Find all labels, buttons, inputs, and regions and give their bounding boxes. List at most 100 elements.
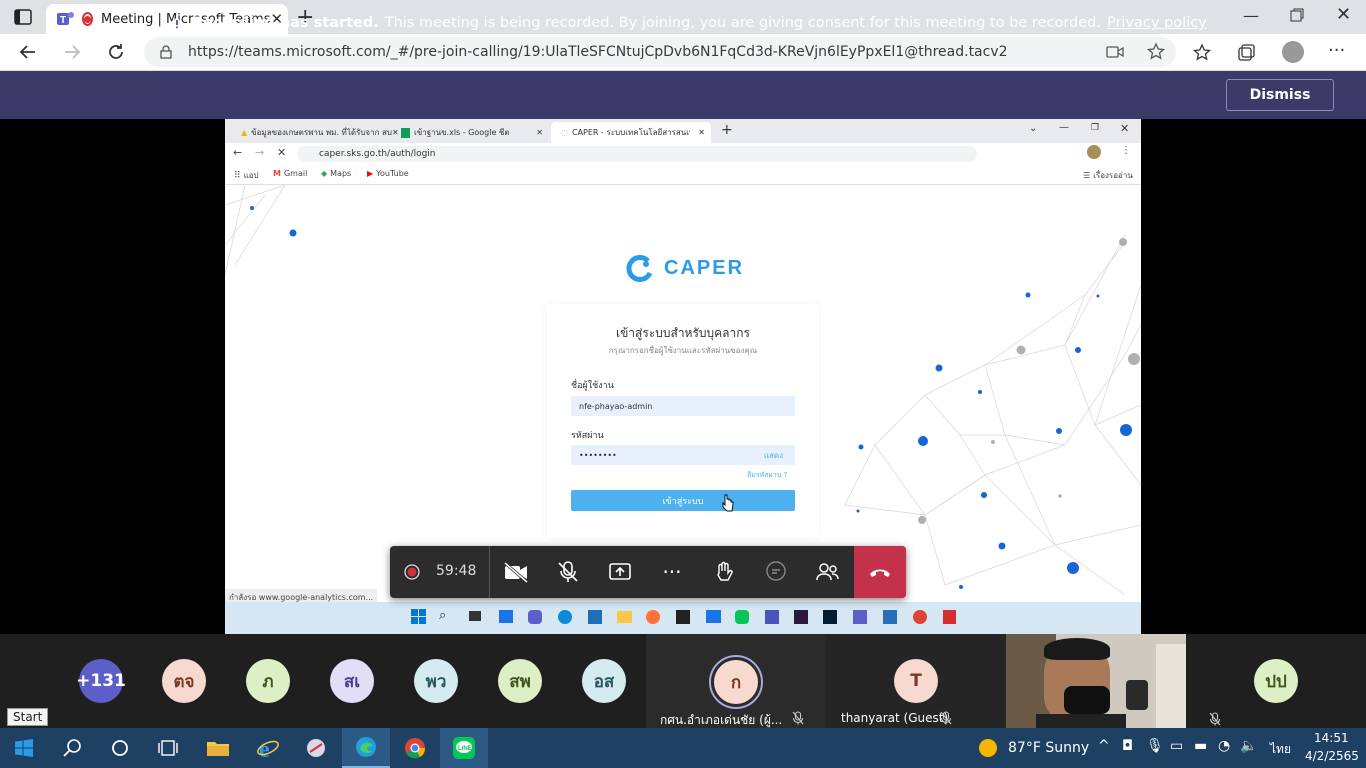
show-password: แสดง [763,450,783,460]
task-view-icon[interactable] [144,728,192,768]
shared-profile-icon [1087,145,1101,159]
privacy-policy-link[interactable]: Privacy policy [1107,15,1207,31]
shared-minimize-icon: — [1059,122,1069,133]
participants-button[interactable] [802,546,854,598]
edge-taskbar-icon[interactable] [342,728,390,768]
raise-hand-button[interactable] [698,546,750,598]
caper-logo: CAPER [626,253,744,283]
bookmark-gmail: M Gmail [273,169,308,178]
chat-button[interactable] [750,546,802,598]
cortana-icon[interactable] [96,728,144,768]
bag-graphic [1126,680,1148,710]
shared-tab-bar: ▲ ข้อมูลของเกษตรพาน พม. ที่ได้รับจาก สบ ✕ … [225,119,1141,143]
weather-sun-icon[interactable] [979,739,997,757]
mouse-cursor-icon [722,494,734,512]
person-shirt [1036,714,1126,728]
participant-avatar[interactable]: ปป [1254,659,1298,703]
bookmark-youtube: ▶ YouTube [367,169,409,178]
guest-name: thanyarat (Guest) [841,711,949,725]
clock-time[interactable]: 14:51 [1314,731,1349,745]
restore-icon[interactable] [1290,8,1304,22]
search-icon[interactable] [48,728,96,768]
shared-chat-icon [528,610,542,624]
camera-off-button[interactable] [490,546,542,598]
microphone-tray-icon[interactable]: 🎙 [1146,738,1164,754]
battery-icon[interactable]: ▬ [1194,738,1207,754]
participant-avatar[interactable]: ตจ [162,659,206,703]
minimize-icon[interactable]: — [1243,6,1259,25]
start-tooltip: Start [7,708,49,726]
login-subtitle: กรุณากรอกชื่อผู้ใช้งานและรหัสผ่านของคุณ [608,346,758,355]
shared-notion-icon [676,610,690,624]
line-taskbar-icon[interactable]: LINE [440,728,488,768]
screen-share-tray-icon[interactable]: ▭ [1170,738,1183,754]
add-favorite-icon[interactable] [1146,42,1166,62]
muted-mic-icon [1209,712,1221,726]
camera-permission-icon[interactable] [1106,45,1124,59]
file-explorer-icon[interactable] [194,728,242,768]
windows-start-icon[interactable] [0,728,48,768]
participant-avatar[interactable]: สเ [330,659,374,703]
share-screen-button[interactable] [594,546,646,598]
address-bar[interactable]: https://teams.microsoft.com/_#/pre-join-… [144,37,1176,67]
svg-text:T: T [60,15,66,26]
back-icon[interactable] [18,42,38,62]
participant-avatar[interactable]: พว [414,659,458,703]
url-text: https://teams.microsoft.com/_#/pre-join-… [188,44,1008,60]
participant-avatar[interactable]: สพ [498,659,542,703]
guest-tile[interactable]: T thanyarat (Guest) [826,634,1006,728]
shared-photoshop-icon [823,610,837,624]
shared-taskbar: ⌕ [225,602,1141,634]
shared-forward-icon: → [255,146,265,159]
more-options-icon[interactable]: ··· [1328,40,1345,61]
teams-icon: T [56,10,74,28]
wall-graphic [1156,644,1186,728]
favorites-icon[interactable] [1192,43,1212,63]
snipping-tool-icon[interactable] [292,728,340,768]
show-hidden-icons[interactable]: ^ [1098,738,1110,754]
volume-icon[interactable]: 🔈 [1240,738,1257,754]
more-actions-button[interactable]: ··· [646,546,698,598]
clock-date[interactable]: 4/2/2565 [1305,749,1359,763]
internet-explorer-icon[interactable]: e [244,728,292,768]
muted-mic-icon [940,711,952,725]
username-field: nfe-phayao-admin [571,396,795,416]
shared-acrobat-icon [943,610,956,624]
warning-icon [168,15,186,31]
participant-video-tile[interactable] [1006,634,1186,728]
reading-list: ☰ เรื่องรออ่าน [1083,171,1133,180]
forward-icon[interactable] [62,42,82,62]
shared-tab-1: ▲ ข้อมูลของเกษตรพาน พม. ที่ได้รับจาก สบ ✕ [241,128,399,137]
close-window-icon[interactable]: ✕ [1336,4,1351,25]
chrome-taskbar-icon[interactable] [391,728,439,768]
mic-off-button[interactable] [542,546,594,598]
shared-chrome-icon [913,610,927,624]
bookmark-apps: ⠿ แอป [234,170,259,181]
shared-mail-icon [706,610,721,623]
shared-teams2-icon [853,610,867,624]
tab-actions-icon[interactable] [14,8,32,26]
participant-avatar[interactable]: อส [582,659,626,703]
recording-banner [0,71,1366,119]
shared-restore-icon: ❐ [1091,123,1100,133]
caper-logo-icon [626,255,653,282]
forgot-password-link: ลืมรหัสผ่าน ? [747,471,788,479]
shared-close-icon: ✕ [1120,122,1130,135]
shared-edge-icon [558,610,572,624]
speaker-tile[interactable]: ก กศน.อำเภอเด่นชัย (ผู้... [646,634,826,728]
hang-up-button[interactable] [854,546,906,598]
shared-taskview-icon [469,611,481,621]
overflow-participants[interactable]: +131 [76,659,126,703]
username-label: ชื่อผู้ใช้งาน [571,381,614,391]
windows-taskbar: e LINE 87°F Sunny ^ ◘ 🎙 ▭ ▬ ◔ 🔈 ไทย 14:5… [0,728,1366,768]
shared-premiere-icon [794,610,808,624]
camera-in-use-icon[interactable]: ◘ [1122,738,1133,754]
collections-icon[interactable] [1236,43,1256,63]
weather-text[interactable]: 87°F Sunny [1008,740,1089,756]
profile-avatar-icon[interactable] [1282,41,1304,63]
wifi-icon[interactable]: ◔ [1218,738,1230,754]
refresh-icon[interactable] [106,42,126,62]
language-indicator[interactable]: ไทย [1270,740,1291,759]
dismiss-button[interactable]: Dismiss [1226,79,1334,111]
participant-avatar[interactable]: ภ [246,659,290,703]
